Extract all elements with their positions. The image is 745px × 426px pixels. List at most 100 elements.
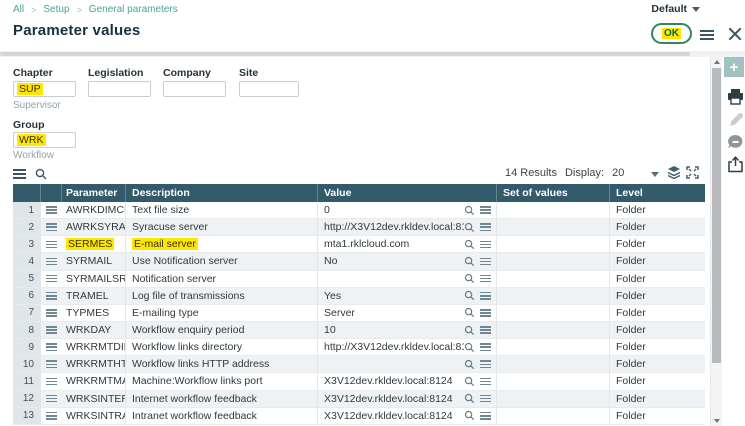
value-cell[interactable]: X3V12dev.rkldev.local:8124 <box>318 408 497 424</box>
level-cell[interactable]: Folder <box>610 271 705 287</box>
table-row[interactable]: 12 WRKSINTER Internet workflow feedback … <box>13 391 705 408</box>
ok-button[interactable]: OK <box>651 23 692 44</box>
row-menu-icon[interactable] <box>46 239 57 250</box>
level-cell[interactable]: Folder <box>610 202 705 218</box>
description-cell[interactable]: Syracuse server <box>126 219 318 235</box>
value-menu-icon[interactable] <box>480 239 491 250</box>
row-menu-icon[interactable] <box>46 205 57 216</box>
close-icon[interactable] <box>727 26 743 42</box>
description-cell[interactable]: Workflow links HTTP address <box>126 356 318 372</box>
table-row[interactable]: 9 WRKRMTDIR Workflow links directory htt… <box>13 339 705 356</box>
value-lookup-icon[interactable] <box>464 342 475 353</box>
value-lookup-icon[interactable] <box>464 393 475 404</box>
set-of-values-cell[interactable] <box>497 356 610 372</box>
value-cell[interactable] <box>318 356 497 372</box>
table-row[interactable]: 5 SYRMAILSRV Notification server Folder <box>13 271 705 288</box>
layers-icon[interactable] <box>667 166 681 179</box>
description-cell[interactable]: Text file size <box>126 202 318 218</box>
table-row[interactable]: 4 SYRMAIL Use Notification server No Fol… <box>13 253 705 270</box>
level-cell[interactable]: Folder <box>610 253 705 269</box>
edit-pencil-icon[interactable] <box>727 112 744 129</box>
table-row[interactable]: 6 TRAMEL Log file of transmissions Yes F… <box>13 288 705 305</box>
value-lookup-icon[interactable] <box>464 325 475 336</box>
value-menu-icon[interactable] <box>480 410 491 421</box>
value-menu-icon[interactable] <box>480 325 491 336</box>
value-lookup-icon[interactable] <box>464 239 475 250</box>
value-menu-icon[interactable] <box>480 222 491 233</box>
parameter-cell[interactable]: AWRKDIMCLB <box>62 202 126 218</box>
level-cell[interactable]: Folder <box>610 391 705 407</box>
parameter-cell[interactable]: TRAMEL <box>62 288 126 304</box>
row-menu-cell[interactable] <box>41 322 62 338</box>
parameter-cell[interactable]: TYPMES <box>62 305 126 321</box>
table-row[interactable]: 10 WRKRMTHTTP Workflow links HTTP addres… <box>13 356 705 373</box>
value-cell[interactable]: http://X3V12dev.rkldev.local:8124/tra <box>318 219 497 235</box>
description-cell[interactable]: Notification server <box>126 271 318 287</box>
add-button[interactable]: + <box>724 57 744 77</box>
value-menu-icon[interactable] <box>480 307 491 318</box>
table-row[interactable]: 13 WRKSINTRA Intranet workflow feedback … <box>13 408 705 425</box>
row-menu-cell[interactable] <box>41 253 62 269</box>
table-row[interactable]: 2 AWRKSYRA Syracuse server http://X3V12d… <box>13 219 705 236</box>
set-of-values-cell[interactable] <box>497 339 610 355</box>
value-lookup-icon[interactable] <box>464 307 475 318</box>
row-menu-cell[interactable] <box>41 202 62 218</box>
row-menu-cell[interactable] <box>41 339 62 355</box>
value-lookup-icon[interactable] <box>464 273 475 284</box>
value-cell[interactable] <box>318 271 497 287</box>
breadcrumb-item-general-parameters[interactable]: General parameters <box>89 4 178 15</box>
scroll-down-icon[interactable] <box>714 419 720 423</box>
row-menu-icon[interactable] <box>46 342 57 353</box>
table-row[interactable]: 8 WRKDAY Workflow enquiry period 10 Fold… <box>13 322 705 339</box>
value-cell[interactable]: X3V12dev.rkldev.local:8124 <box>318 391 497 407</box>
row-menu-cell[interactable] <box>41 219 62 235</box>
value-menu-icon[interactable] <box>480 273 491 284</box>
site-input[interactable] <box>239 81 299 97</box>
parameter-cell[interactable]: SYRMAILSRV <box>62 271 126 287</box>
level-cell[interactable]: Folder <box>610 408 705 424</box>
parameter-cell[interactable]: WRKRMTDIR <box>62 339 126 355</box>
display-value[interactable]: 20 <box>612 167 624 179</box>
company-input[interactable] <box>163 81 226 97</box>
row-menu-icon[interactable] <box>46 325 57 336</box>
parameter-cell[interactable]: WRKSINTRA <box>62 408 126 424</box>
parameter-cell[interactable]: WRKRMTMAC <box>62 373 126 389</box>
row-menu-icon[interactable] <box>46 393 57 404</box>
value-menu-icon[interactable] <box>480 359 491 370</box>
parameter-cell[interactable]: SERMES <box>62 236 126 252</box>
value-cell[interactable]: http://X3V12dev.rkldev.local:8124/tra <box>318 339 497 355</box>
value-lookup-icon[interactable] <box>464 222 475 233</box>
header-description[interactable]: Description <box>126 184 318 202</box>
level-cell[interactable]: Folder <box>610 219 705 235</box>
level-cell[interactable]: Folder <box>610 288 705 304</box>
vertical-scrollbar[interactable] <box>710 57 722 426</box>
legislation-input[interactable] <box>88 81 151 97</box>
table-row[interactable]: 7 TYPMES E-mailing type Server Folder <box>13 305 705 322</box>
description-cell[interactable]: E-mail server <box>126 236 318 252</box>
level-cell[interactable]: Folder <box>610 236 705 252</box>
value-lookup-icon[interactable] <box>464 376 475 387</box>
share-upload-icon[interactable] <box>727 156 744 173</box>
page-menu-icon[interactable] <box>700 28 714 42</box>
parameter-cell[interactable]: WRKRMTHTTP <box>62 356 126 372</box>
parameter-cell[interactable]: AWRKSYRA <box>62 219 126 235</box>
set-of-values-cell[interactable] <box>497 236 610 252</box>
set-of-values-cell[interactable] <box>497 373 610 389</box>
value-lookup-icon[interactable] <box>464 359 475 370</box>
value-cell[interactable]: No <box>318 253 497 269</box>
parameter-cell[interactable]: WRKDAY <box>62 322 126 338</box>
level-cell[interactable]: Folder <box>610 322 705 338</box>
scroll-up-icon[interactable] <box>714 60 720 64</box>
value-lookup-icon[interactable] <box>464 205 475 216</box>
set-of-values-cell[interactable] <box>497 408 610 424</box>
value-cell[interactable]: X3V12dev.rkldev.local:8124 <box>318 373 497 389</box>
table-row[interactable]: 3 SERMES E-mail server mta1.rklcloud.com… <box>13 236 705 253</box>
set-of-values-cell[interactable] <box>497 219 610 235</box>
header-set-of-values[interactable]: Set of values <box>497 184 610 202</box>
profile-dropdown[interactable]: Default <box>651 3 700 15</box>
row-menu-cell[interactable] <box>41 271 62 287</box>
value-menu-icon[interactable] <box>480 342 491 353</box>
vertical-scrollbar-thumb[interactable] <box>712 68 721 363</box>
row-menu-icon[interactable] <box>46 307 57 318</box>
table-row[interactable]: 11 WRKRMTMAC Machine:Workflow links port… <box>13 373 705 390</box>
